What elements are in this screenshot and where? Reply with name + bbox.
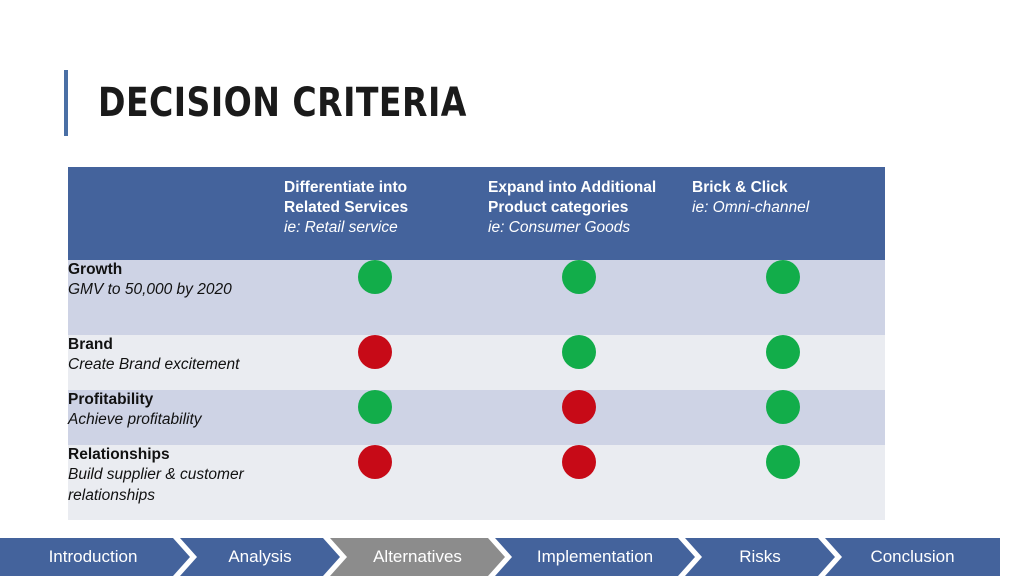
criterion-cell-growth: Growth GMV to 50,000 by 2020	[68, 260, 273, 335]
nav-item-introduction[interactable]: Introduction	[0, 538, 190, 576]
nav-item-analysis[interactable]: Analysis	[180, 538, 340, 576]
nav-item-risks[interactable]: Risks	[685, 538, 835, 576]
rating-cell-brand-option-3	[681, 335, 885, 390]
rating-dot-green	[766, 335, 800, 369]
option-2-name: Expand into Additional Product categorie…	[488, 179, 657, 216]
rating-dot-green	[562, 260, 596, 294]
criterion-title: Growth	[68, 261, 123, 278]
option-2-note: ie: Consumer Goods	[488, 218, 631, 236]
rating-dot-red	[358, 445, 392, 479]
rating-dot-green	[766, 390, 800, 424]
criterion-cell-brand: Brand Create Brand excitement	[68, 335, 273, 390]
criterion-cell-profitability: Profitability Achieve profitability	[68, 390, 273, 445]
header-cell-option-1: Differentiate into Related Services ie: …	[273, 167, 477, 260]
rating-cell-growth-option-1	[273, 260, 477, 335]
nav-item-implementation[interactable]: Implementation	[495, 538, 695, 576]
nav-item-conclusion[interactable]: Conclusion	[825, 538, 1000, 576]
rating-cell-relationships-option-2	[477, 445, 681, 520]
header-corner-cell	[68, 167, 273, 260]
nav-item-alternatives[interactable]: Alternatives	[330, 538, 505, 576]
rating-cell-profitability-option-2	[477, 390, 681, 445]
rating-dot-green	[562, 335, 596, 369]
criterion-detail: Achieve profitability	[68, 411, 202, 429]
header-cell-option-2: Expand into Additional Product categorie…	[477, 167, 681, 260]
table-row: Brand Create Brand excitement	[68, 335, 885, 390]
criterion-title: Profitability	[68, 391, 154, 408]
section-nav: Introduction Analysis Alternatives Imple…	[0, 538, 1024, 576]
criterion-title: Relationships	[68, 446, 170, 463]
rating-cell-brand-option-1	[273, 335, 477, 390]
rating-dot-green	[766, 445, 800, 479]
rating-cell-profitability-option-3	[681, 390, 885, 445]
rating-cell-relationships-option-3	[681, 445, 885, 520]
option-1-name: Differentiate into Related Services	[284, 179, 409, 216]
rating-cell-relationships-option-1	[273, 445, 477, 520]
page-title: Decision Criteria	[64, 70, 499, 136]
rating-cell-growth-option-3	[681, 260, 885, 335]
table-row: Profitability Achieve profitability	[68, 390, 885, 445]
rating-dot-green	[766, 260, 800, 294]
title-accent-bar	[64, 70, 68, 136]
table-row: Relationships Build supplier & customer …	[68, 445, 885, 520]
decision-matrix: Differentiate into Related Services ie: …	[68, 167, 885, 520]
rating-dot-green	[358, 390, 392, 424]
header-cell-option-3: Brick & Click ie: Omni-channel	[681, 167, 885, 260]
rating-cell-profitability-option-1	[273, 390, 477, 445]
criterion-detail: Build supplier & customer relationships	[68, 466, 244, 504]
criterion-detail: Create Brand excitement	[68, 356, 240, 374]
rating-cell-growth-option-2	[477, 260, 681, 335]
table-header-row: Differentiate into Related Services ie: …	[68, 167, 885, 260]
option-3-note: ie: Omni-channel	[692, 198, 810, 216]
rating-dot-red	[562, 445, 596, 479]
title-text: Decision Criteria	[98, 80, 467, 126]
rating-dot-green	[358, 260, 392, 294]
option-3-name: Brick & Click	[692, 179, 788, 196]
table-row: Growth GMV to 50,000 by 2020	[68, 260, 885, 335]
criterion-title: Brand	[68, 336, 113, 353]
criterion-cell-relationships: Relationships Build supplier & customer …	[68, 445, 273, 520]
option-1-note: ie: Retail service	[284, 218, 398, 236]
rating-dot-red	[358, 335, 392, 369]
rating-dot-red	[562, 390, 596, 424]
criterion-detail: GMV to 50,000 by 2020	[68, 281, 232, 299]
rating-cell-brand-option-2	[477, 335, 681, 390]
